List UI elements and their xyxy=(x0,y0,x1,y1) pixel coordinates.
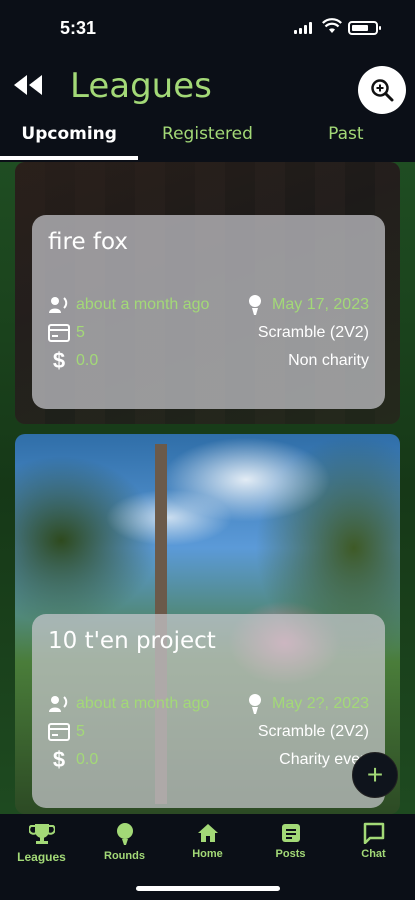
nav-label: Chat xyxy=(361,848,386,860)
rewind-icon xyxy=(14,75,42,95)
card-icon xyxy=(48,721,70,743)
signal-icon xyxy=(294,22,312,34)
tab-upcoming[interactable]: Upcoming xyxy=(0,118,138,160)
league-slots: 5 xyxy=(76,723,85,740)
tab-bar: Upcoming Registered Past xyxy=(0,118,415,160)
card-icon xyxy=(48,322,70,344)
status-time: 5:31 xyxy=(60,18,97,38)
league-list[interactable]: fire fox about a month ago May 17, 2023 xyxy=(0,162,415,814)
posts-icon xyxy=(281,824,300,842)
league-name: 10 t'en project xyxy=(48,628,216,654)
page-title: Leagues xyxy=(70,66,212,106)
golf-ball-icon xyxy=(116,823,133,845)
league-info-panel: 10 t'en project about a month ago May 2?… xyxy=(32,614,385,808)
created-time: about a month ago xyxy=(76,695,210,712)
tab-past[interactable]: Past xyxy=(277,118,415,160)
league-date: May 2?, 2023 xyxy=(272,695,369,712)
nav-label: Home xyxy=(192,848,223,860)
created-time: about a month ago xyxy=(76,296,210,313)
league-info-panel: fire fox about a month ago May 17, 2023 xyxy=(32,215,385,409)
nav-chat[interactable]: Chat xyxy=(332,814,415,900)
league-card[interactable]: 10 t'en project about a month ago May 2?… xyxy=(15,434,400,814)
league-format: Scramble (2V2) xyxy=(257,723,369,740)
announcement-icon xyxy=(48,693,70,715)
wifi-icon xyxy=(322,18,342,39)
battery-icon xyxy=(348,21,381,35)
dollar-icon: $ xyxy=(52,747,66,772)
league-card[interactable]: fire fox about a month ago May 17, 2023 xyxy=(15,162,400,424)
home-icon xyxy=(197,824,218,842)
league-slots: 5 xyxy=(76,324,85,341)
league-fee: 0.0 xyxy=(76,751,99,768)
chat-icon xyxy=(363,822,384,844)
status-bar: 5:31 xyxy=(0,0,415,58)
league-fee: 0.0 xyxy=(76,352,99,369)
back-button[interactable] xyxy=(12,70,46,100)
add-league-button[interactable]: + xyxy=(352,752,398,798)
nav-label: Leagues xyxy=(17,850,66,864)
search-zoom-icon xyxy=(371,79,394,102)
league-name: fire fox xyxy=(48,229,128,255)
header: Leagues xyxy=(0,58,415,118)
golf-tee-icon xyxy=(244,294,266,316)
nav-leagues[interactable]: Leagues xyxy=(0,814,83,900)
nav-label: Posts xyxy=(275,848,306,860)
golf-tee-icon xyxy=(244,693,266,715)
league-charity: Non charity xyxy=(288,352,369,369)
nav-label: Rounds xyxy=(104,850,145,862)
active-tab-indicator xyxy=(0,156,138,160)
dollar-icon: $ xyxy=(52,348,66,373)
search-button[interactable] xyxy=(358,66,406,114)
announcement-icon xyxy=(48,294,70,316)
home-indicator xyxy=(136,886,280,891)
league-date: May 17, 2023 xyxy=(272,296,369,313)
league-format: Scramble (2V2) xyxy=(257,324,369,341)
trophy-icon xyxy=(28,824,55,844)
tab-registered[interactable]: Registered xyxy=(138,118,276,160)
